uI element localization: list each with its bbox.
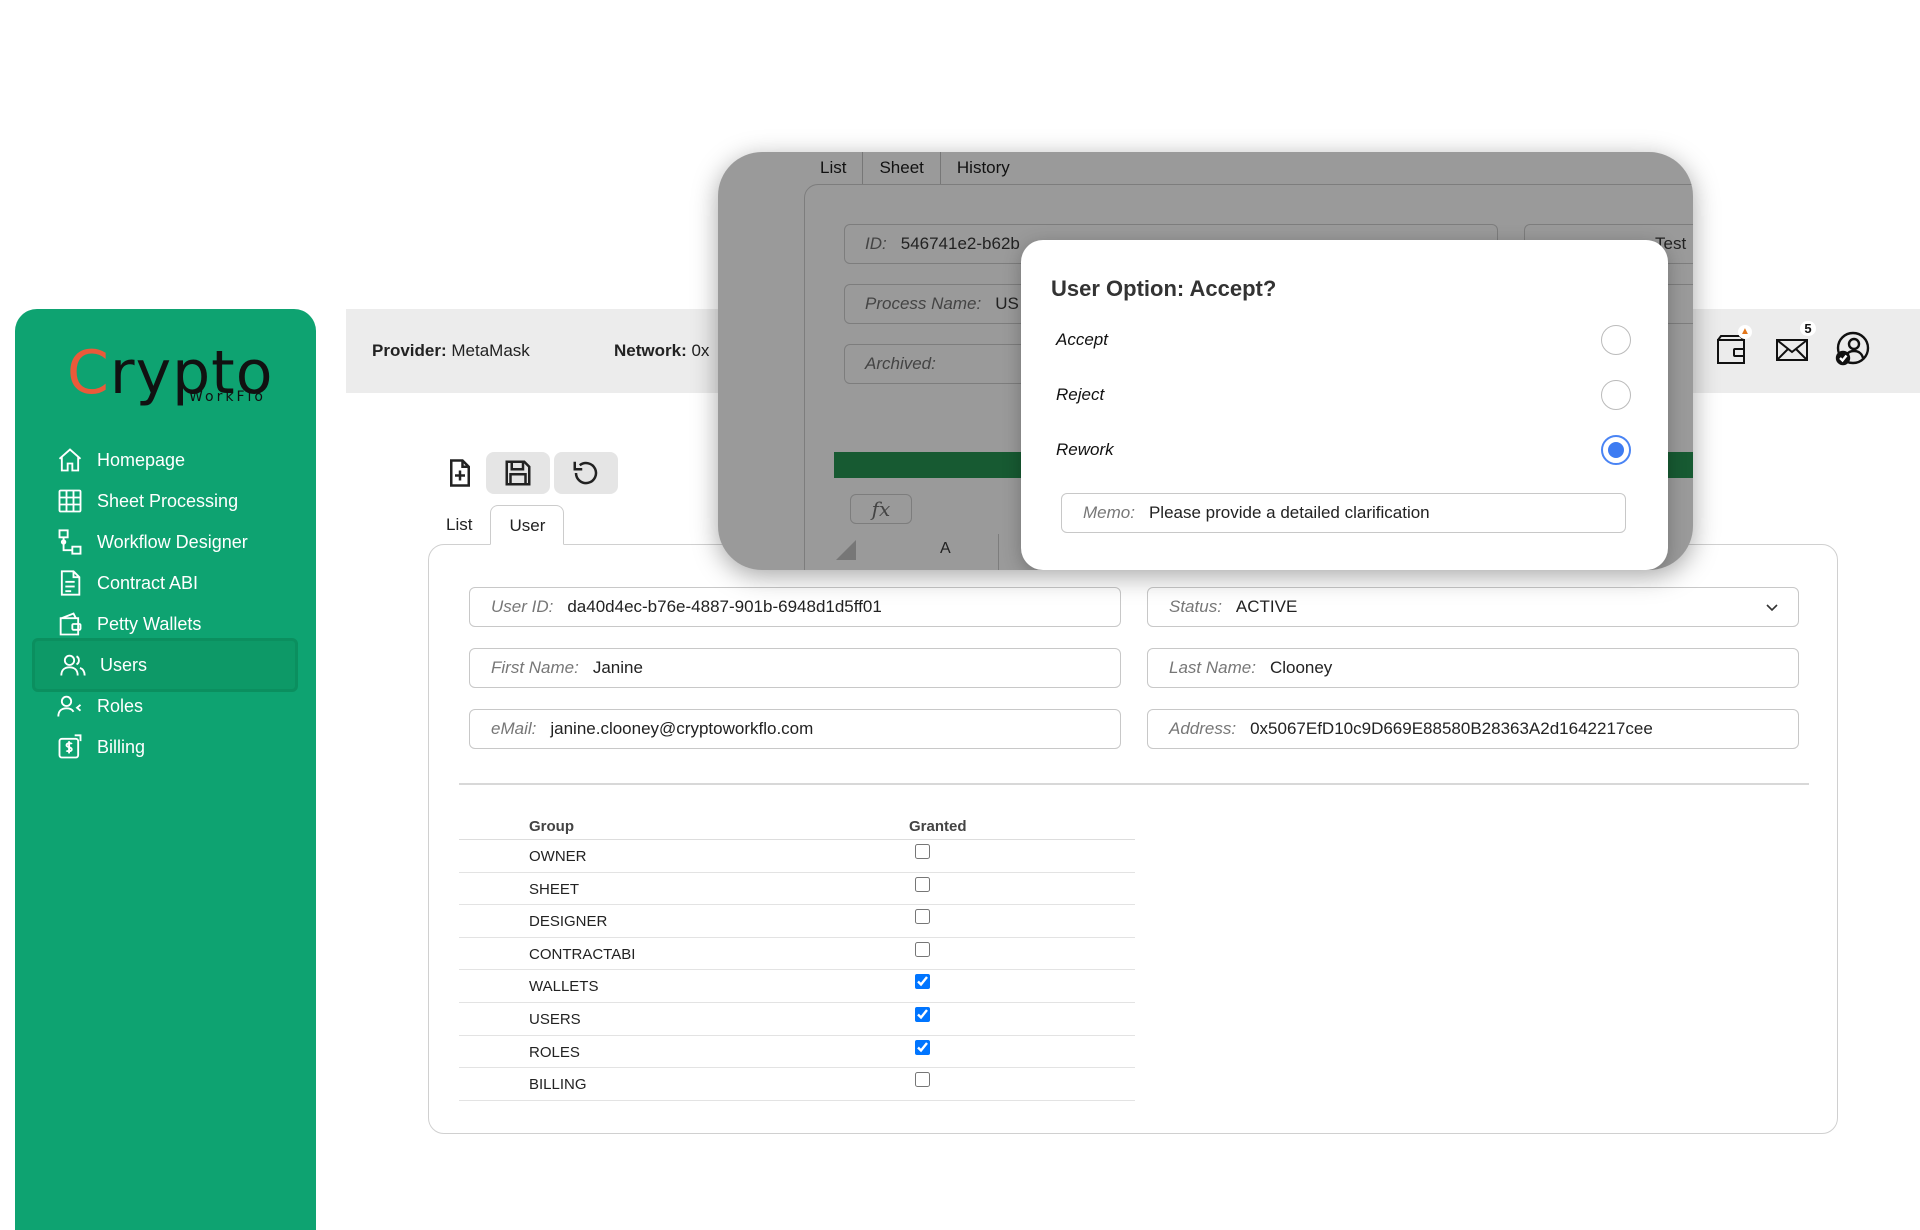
user-verified-icon[interactable] (1834, 331, 1870, 367)
sidebar-item-label: Sheet Processing (97, 490, 239, 511)
metamask-fox-icon: ▲ (1738, 325, 1752, 339)
preview-tab-list: List (820, 158, 847, 177)
wallet-icon (55, 609, 85, 639)
sidebar-item-billing[interactable]: Billing (32, 720, 298, 774)
table-row: DESIGNER (459, 905, 1135, 938)
granted-checkbox[interactable] (915, 1039, 930, 1055)
record-toolbar (438, 452, 618, 494)
workflow-icon (55, 527, 85, 557)
sidebar-item-label: Petty Wallets (97, 613, 202, 634)
granted-checkbox[interactable] (915, 844, 930, 859)
option-rework-label: Rework (1056, 440, 1114, 459)
granted-checkbox[interactable] (915, 941, 930, 957)
preview-sheet-corner (836, 540, 856, 560)
groups-table-header: Group Granted (459, 810, 1135, 840)
provider-info: Provider: MetaMask (372, 341, 530, 360)
mail-count-badge: 5 (1800, 321, 1816, 336)
sidebar: Crypto WorkFlo Homepage Sheet Processing… (15, 309, 316, 1230)
granted-checkbox[interactable] (915, 1072, 930, 1088)
option-reject-label: Reject (1056, 385, 1105, 404)
users-icon (58, 650, 88, 680)
group-name: USERS (529, 1010, 581, 1028)
formula-icon: fx (850, 494, 912, 524)
user-id-field[interactable]: User ID: da40d4ec-b76e-4887-901b-6948d1d… (469, 587, 1121, 627)
table-row: SHEET (459, 873, 1135, 906)
user-form-panel: User ID: da40d4ec-b76e-4887-901b-6948d1d… (428, 544, 1838, 1134)
granted-checkbox[interactable] (915, 909, 930, 925)
billing-icon (55, 732, 85, 762)
group-name: CONTRACTABI (529, 945, 636, 963)
save-icon (505, 460, 531, 486)
roles-icon (55, 691, 85, 721)
network-info: Network: 0x (614, 341, 710, 360)
view-tabs: List User (428, 505, 565, 545)
first-name-field[interactable]: First Name: Janine (469, 648, 1121, 688)
address-field[interactable]: Address: 0x5067EfD10c9D669E88580B28363A2… (1147, 709, 1799, 749)
provider-value: MetaMask (451, 341, 530, 360)
sheet-view-preview: List Sheet History ID: 546741e2-b62b Tes… (718, 152, 1693, 570)
sidebar-item-label: Users (100, 654, 148, 675)
reload-button[interactable] (554, 452, 618, 494)
group-name: ROLES (529, 1043, 580, 1061)
top-icons: ▲ 5 (1714, 321, 1870, 367)
preview-tab-history: History (956, 158, 1010, 177)
option-reject-radio[interactable] (1601, 380, 1631, 410)
sidebar-item-label: Contract ABI (97, 572, 199, 593)
user-option-dialog: User Option: Accept? Accept Reject Rewor… (1021, 240, 1668, 570)
option-rework-radio[interactable] (1601, 435, 1631, 465)
new-record-button[interactable] (438, 452, 482, 494)
sidebar-item-label: Workflow Designer (97, 531, 248, 552)
email-field[interactable]: eMail: janine.clooney@cryptoworkflo.com (469, 709, 1121, 749)
home-icon (55, 445, 85, 475)
table-row: WALLETS (459, 970, 1135, 1003)
option-accept-radio[interactable] (1601, 325, 1631, 355)
granted-checkbox[interactable] (915, 876, 930, 892)
groups-table: Group Granted OWNER SHEET DESIGNER CONTRACT… (459, 810, 1135, 1101)
chevron-down-icon (1766, 604, 1778, 612)
mail-icon[interactable]: 5 (1774, 321, 1816, 367)
crypto-workflo-logo: Crypto WorkFlo (67, 338, 274, 408)
preview-tab-sheet: Sheet (862, 152, 941, 184)
sidebar-item-label: Billing (97, 736, 146, 757)
group-name: BILLING (529, 1076, 587, 1094)
group-name: DESIGNER (529, 913, 608, 931)
status-select[interactable]: Status: ACTIVE (1147, 587, 1799, 627)
tab-user[interactable]: User (490, 505, 565, 545)
network-value: 0x (691, 341, 710, 360)
document-icon (55, 568, 85, 598)
refresh-icon (573, 461, 598, 485)
dialog-title: User Option: Accept? (1051, 276, 1277, 301)
group-name: SHEET (529, 880, 580, 898)
preview-column-divider (998, 534, 999, 570)
table-row: USERS (459, 1003, 1135, 1036)
last-name-field[interactable]: Last Name: Clooney (1147, 648, 1799, 688)
granted-checkbox[interactable] (915, 1006, 930, 1022)
preview-tabs: List Sheet History (804, 152, 1026, 184)
sidebar-item-label: Roles (97, 695, 144, 716)
granted-checkbox[interactable] (915, 974, 930, 990)
metamask-wallet-icon[interactable]: ▲ (1714, 325, 1752, 367)
sidebar-item-label: Homepage (97, 449, 186, 470)
memo-input[interactable]: Memo: Please provide a detailed clarific… (1061, 493, 1626, 533)
preview-column-a: A (940, 540, 951, 557)
file-plus-icon (450, 459, 470, 487)
section-divider (459, 783, 1809, 785)
table-row: OWNER (459, 840, 1135, 873)
tab-list[interactable]: List (428, 505, 490, 545)
group-name: OWNER (529, 848, 587, 865)
table-row: CONTRACTABI (459, 938, 1135, 971)
save-button[interactable] (486, 452, 550, 494)
table-row: BILLING (459, 1068, 1135, 1101)
option-accept-label: Accept (1056, 330, 1108, 349)
group-name: WALLETS (529, 978, 599, 996)
table-icon (55, 486, 85, 516)
table-row: ROLES (459, 1036, 1135, 1069)
